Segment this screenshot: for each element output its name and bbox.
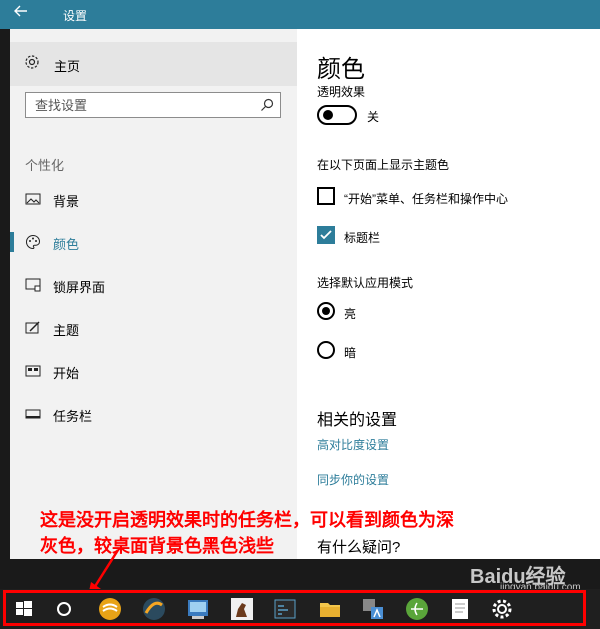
sidebar-item-start[interactable]: 开始 <box>10 353 297 389</box>
sync-settings-link[interactable]: 同步你的设置 <box>317 471 389 488</box>
related-settings-heading: 相关的设置 <box>317 412 398 429</box>
terminal-icon[interactable] <box>273 597 297 621</box>
dark-mode-label: 暗 <box>344 346 357 360</box>
home-button[interactable]: 主页 <box>10 42 297 86</box>
sidebar: 主页 个性化 背景 颜色 锁屏界面 主题 开始 <box>10 29 297 559</box>
titlebar-checkbox[interactable] <box>317 226 335 244</box>
dark-mode-radio[interactable] <box>317 341 335 359</box>
sidebar-item-taskbar[interactable]: 任务栏 <box>10 396 297 432</box>
question-heading: 有什么疑问? <box>317 539 401 556</box>
windows-start-icon[interactable] <box>12 597 36 621</box>
transparency-toggle[interactable] <box>317 105 357 125</box>
window-title: 设置 <box>63 9 88 23</box>
high-contrast-link[interactable]: 高对比度设置 <box>317 436 389 453</box>
sidebar-item-label: 颜色 <box>53 237 80 252</box>
start-taskbar-checkbox[interactable] <box>317 187 335 205</box>
taskbar <box>0 589 600 629</box>
section-title: 个性化 <box>25 158 65 173</box>
notepad-icon[interactable] <box>448 597 472 621</box>
annotation-line-1: 这是没开启透明效果时的任务栏，可以看到颜色为深 <box>40 510 454 530</box>
settings-window: 主页 个性化 背景 颜色 锁屏界面 主题 开始 <box>10 29 600 559</box>
theme-icon <box>25 320 41 336</box>
sidebar-item-label: 主题 <box>53 323 80 338</box>
start-taskbar-checkbox-label: “开始”菜单、任务栏和操作中心 <box>344 192 508 206</box>
search-box[interactable] <box>25 92 281 118</box>
start-icon <box>25 363 41 379</box>
light-mode-radio[interactable] <box>317 302 335 320</box>
app-horse-icon[interactable] <box>230 597 254 621</box>
palette-icon <box>25 234 41 250</box>
taskbar-icon <box>25 406 41 422</box>
file-explorer-icon[interactable] <box>318 597 342 621</box>
picture-icon <box>25 191 41 207</box>
translate-icon[interactable] <box>361 597 385 621</box>
annotation-line-2: 灰色，较桌面背景色黑色浅些 <box>40 536 274 556</box>
sidebar-item-background[interactable]: 背景 <box>10 181 297 217</box>
search-input[interactable] <box>26 93 246 117</box>
search-icon[interactable] <box>260 98 274 112</box>
sidebar-item-label: 开始 <box>53 366 80 381</box>
titlebar-checkbox-label: 标题栏 <box>344 231 381 245</box>
title-bar: 设置 <box>0 0 600 29</box>
gear-icon <box>24 54 40 70</box>
back-arrow-icon[interactable] <box>14 4 44 24</box>
sidebar-item-theme[interactable]: 主题 <box>10 310 297 346</box>
show-accent-heading: 在以下页面上显示主题色 <box>317 158 450 172</box>
content-pane: 颜色 透明效果 关 在以下页面上显示主题色 “开始”菜单、任务栏和操作中心 标题… <box>317 29 600 559</box>
browser-icon[interactable] <box>98 597 122 621</box>
page-title: 颜色 <box>317 56 365 83</box>
sidebar-item-label: 任务栏 <box>53 409 93 424</box>
transparency-state: 关 <box>367 110 380 124</box>
lock-screen-icon <box>25 277 41 293</box>
app-icon[interactable] <box>142 597 166 621</box>
cortana-circle-icon[interactable] <box>52 597 76 621</box>
light-mode-label: 亮 <box>344 307 357 321</box>
transparency-label: 透明效果 <box>317 85 366 99</box>
sidebar-item-label: 背景 <box>53 194 80 209</box>
home-label: 主页 <box>54 59 81 74</box>
settings-gear-icon[interactable] <box>490 597 514 621</box>
image-viewer-icon[interactable] <box>186 597 210 621</box>
app-mode-heading: 选择默认应用模式 <box>317 276 414 290</box>
sidebar-item-lock-screen[interactable]: 锁屏界面 <box>10 267 297 303</box>
internet-icon[interactable] <box>405 597 429 621</box>
checkmark-icon <box>320 230 332 240</box>
sidebar-item-colors[interactable]: 颜色 <box>10 224 297 260</box>
sidebar-item-label: 锁屏界面 <box>53 280 106 295</box>
toggle-knob <box>323 110 333 120</box>
